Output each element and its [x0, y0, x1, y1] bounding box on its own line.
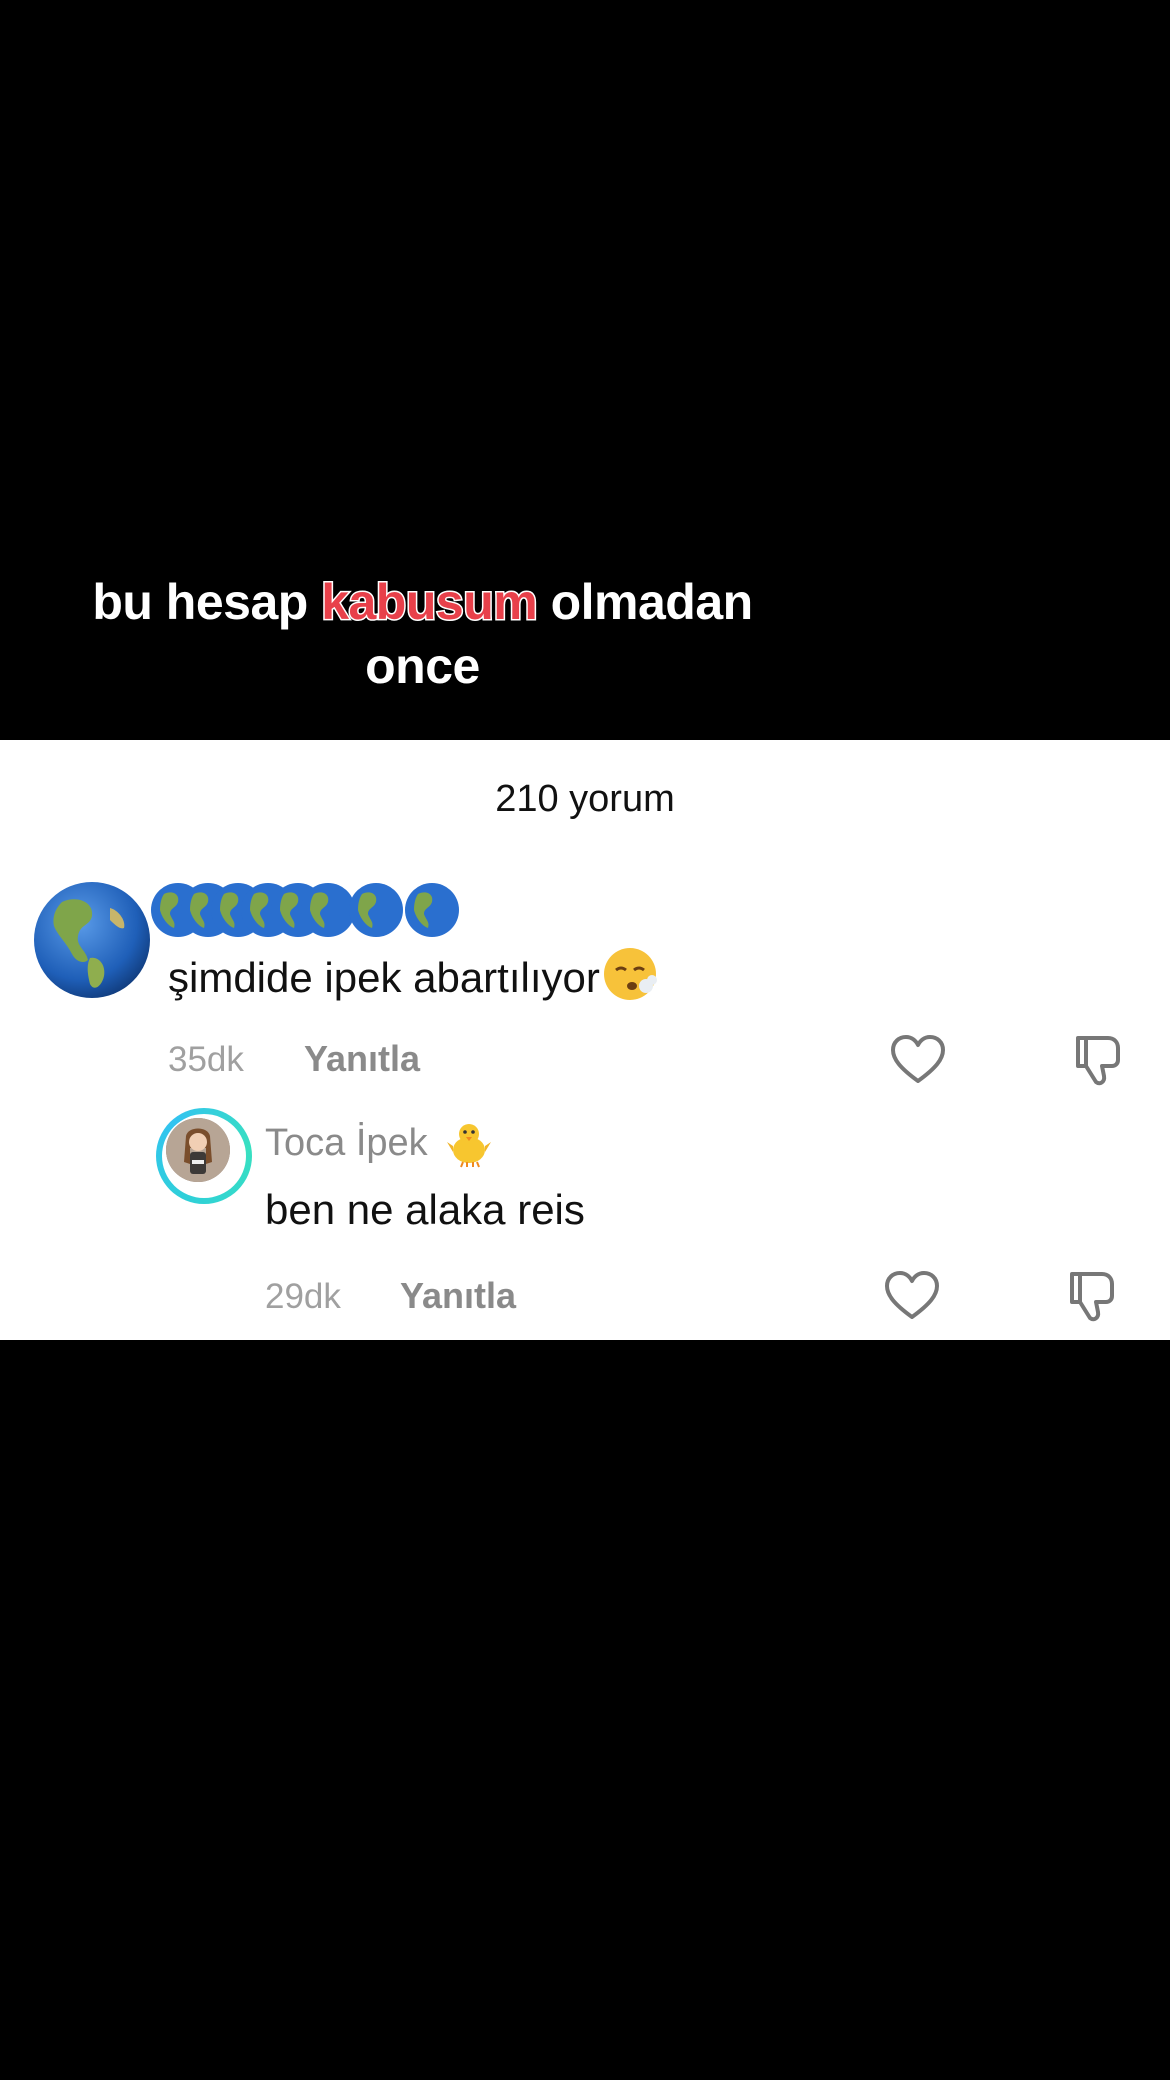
comment-time: 35dk: [168, 1040, 244, 1079]
dislike-icon[interactable]: [1062, 1266, 1122, 1326]
comment-body: şimdide ipek abartılıyor: [168, 954, 600, 1001]
caption-line-2: once: [365, 638, 480, 694]
earth-americas-icon[interactable]: [32, 880, 152, 1000]
reply-button[interactable]: Yanıtla: [304, 1038, 420, 1080]
baby-chick-icon: [447, 1124, 491, 1168]
character-avatar-icon: [166, 1118, 230, 1182]
heart-icon[interactable]: [882, 1266, 942, 1326]
caption-line-1: bu hesap kabusum olmadan: [0, 570, 845, 634]
reply-username[interactable]: Toca İpek: [265, 1122, 428, 1165]
reply-button[interactable]: Yanıtla: [400, 1275, 516, 1317]
exhale-face-icon: [603, 948, 657, 1000]
heart-icon[interactable]: [888, 1030, 948, 1090]
reply-time: 29dk: [265, 1277, 341, 1316]
dislike-icon[interactable]: [1068, 1030, 1128, 1090]
avatar[interactable]: [156, 1108, 252, 1204]
comment-count: 210 yorum: [495, 778, 675, 820]
earth-icon: [349, 883, 403, 937]
caption-text-after: olmadan: [537, 574, 754, 630]
avatar-image: [166, 1118, 230, 1182]
reply-text: ben ne alaka reis: [265, 1186, 585, 1233]
comment-text: şimdide ipek abartılıyor: [168, 946, 658, 1002]
earth-icon: [405, 883, 459, 937]
video-caption: bu hesap kabusum olmadan once: [0, 570, 845, 698]
caption-text-before: bu hesap: [92, 574, 322, 630]
caption-highlight: kabusum: [320, 573, 540, 632]
comments-panel: 210 yorum şimdide ipek abartılıyor 35dk …: [0, 740, 1170, 1340]
